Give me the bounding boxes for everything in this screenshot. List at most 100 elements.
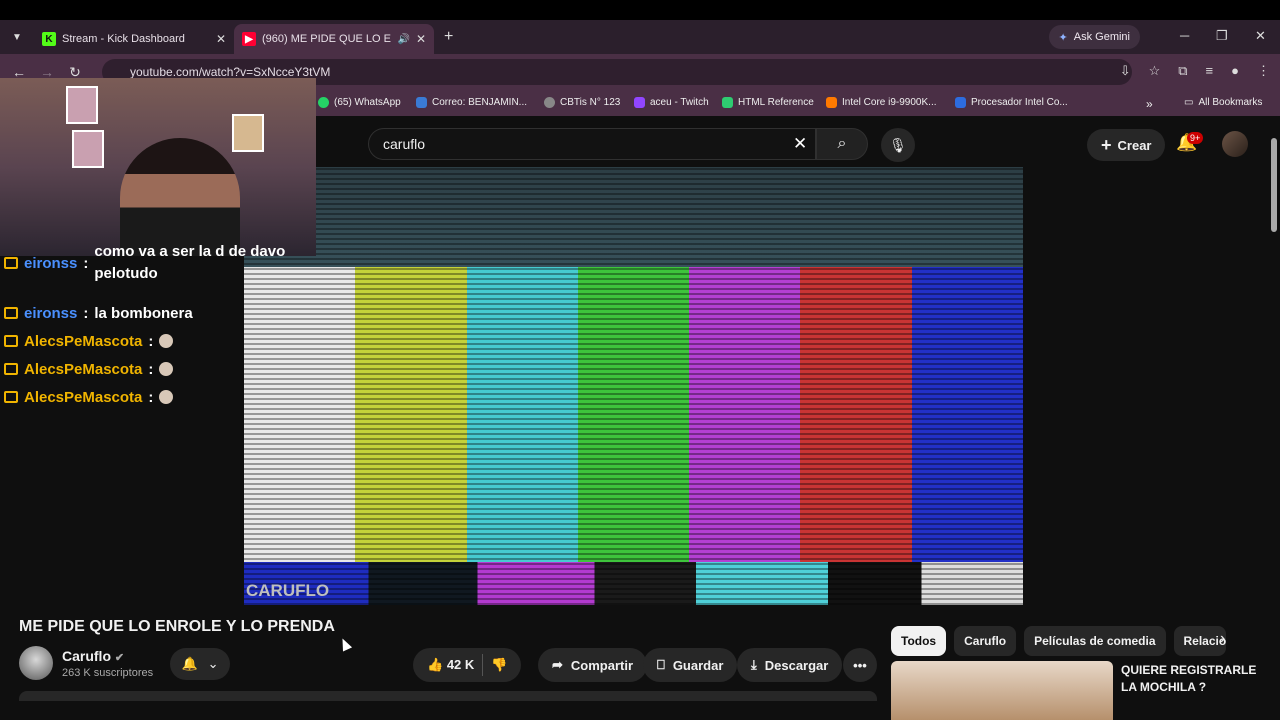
menu-icon[interactable]: ⋮ xyxy=(1257,63,1270,79)
chat-message: AlecsPeMascota : xyxy=(4,383,304,411)
gemini-icon: ✦ xyxy=(1058,31,1068,44)
all-bookmarks-label: All Bookmarks xyxy=(1198,97,1263,108)
bookmark-intel-core[interactable]: Intel Core i9-9900K... xyxy=(826,97,937,108)
minimize-icon[interactable]: ─ xyxy=(1180,28,1189,43)
search-button[interactable]: ⌕ xyxy=(816,128,868,160)
emote-icon xyxy=(159,362,174,376)
search-input[interactable]: caruflo xyxy=(368,128,816,160)
media-controls-icon[interactable]: ≡ xyxy=(1206,63,1214,79)
create-button[interactable]: + Crear xyxy=(1087,129,1166,161)
tab-title: (960) ME PIDE QUE LO ENROLE xyxy=(262,33,391,45)
chat-message: AlecsPeMascota : xyxy=(4,327,304,355)
chevron-right-icon[interactable]: › xyxy=(1220,630,1225,648)
emote-icon xyxy=(159,390,174,404)
bookmark-procesador-intel[interactable]: Procesador Intel Co... xyxy=(955,97,1068,108)
bookmark-label: HTML Reference xyxy=(738,97,814,108)
toolbar-icons: ⇩ ☆ ⧉ ≡ ● ⋮ xyxy=(1120,63,1270,79)
new-tab-icon[interactable]: + xyxy=(444,28,453,46)
search-icon: ⌕ xyxy=(837,135,847,152)
recommended-video-title[interactable]: QUIERE REGISTRARLE LA MOCHILA ? xyxy=(1121,662,1261,696)
subscription-bell-button[interactable]: 🔔 ⌄ xyxy=(170,648,230,680)
folder-icon: ▭ xyxy=(1184,97,1194,108)
ask-gemini-button[interactable]: ✦ Ask Gemini xyxy=(1048,25,1140,49)
profile-icon[interactable]: ● xyxy=(1231,63,1239,79)
bookmark-star-icon[interactable]: ☆ xyxy=(1149,63,1161,79)
stream-chat-overlay: eironss : como va a ser la d de davo pel… xyxy=(4,243,304,411)
share-icon: ➦ xyxy=(552,657,563,672)
bookmark-label: (65) WhatsApp xyxy=(334,97,401,108)
close-tab-icon[interactable]: ✕ xyxy=(216,32,226,46)
bookmark-cbtis[interactable]: CBTis N° 123 xyxy=(544,97,620,108)
restore-icon[interactable]: ❐ xyxy=(1216,28,1228,44)
download-label: Descargar xyxy=(764,657,829,673)
dislike-button[interactable]: 👎 xyxy=(491,657,507,673)
bookmark-label: aceu - Twitch xyxy=(650,97,709,108)
emote-icon xyxy=(159,334,174,348)
like-button[interactable]: 👍 42 K xyxy=(427,657,474,673)
tab-youtube-video[interactable]: ▶ (960) ME PIDE QUE LO ENROLE 🔊 ✕ xyxy=(234,24,434,54)
recommended-video-thumbnail[interactable] xyxy=(891,661,1113,720)
chip-todos[interactable]: Todos xyxy=(891,626,947,656)
clear-search-icon[interactable]: ✕ xyxy=(793,134,807,154)
plus-icon: + xyxy=(1101,134,1112,155)
store-icon xyxy=(955,97,966,108)
channel-subscribers: 263 K suscriptores xyxy=(62,667,154,679)
create-label: Crear xyxy=(1117,137,1152,153)
bookmark-correo[interactable]: Correo: BENJAMIN... xyxy=(416,97,527,108)
bookmark-whatsapp[interactable]: (65) WhatsApp xyxy=(318,97,401,108)
chat-message: eironss : como va a ser la d de davo pel… xyxy=(4,243,304,282)
share-button[interactable]: ➦ Compartir xyxy=(538,648,648,682)
speaker-icon[interactable]: 🔊 xyxy=(397,34,409,45)
more-actions-button[interactable]: ••• xyxy=(843,648,877,682)
bookmark-html-reference[interactable]: HTML Reference xyxy=(722,97,814,108)
tab-kick-dashboard[interactable]: K Stream - Kick Dashboard ✕ xyxy=(34,24,234,54)
url-text: youtube.com/watch?v=SxNcceY3tVM xyxy=(130,65,331,79)
all-bookmarks-button[interactable]: ▭ All Bookmarks xyxy=(1184,97,1262,108)
kick-icon: K xyxy=(42,32,56,46)
download-button[interactable]: ⤓ Descargar xyxy=(737,648,843,682)
sub-badge-icon xyxy=(4,391,18,403)
twitch-icon xyxy=(634,97,645,108)
sub-badge-icon xyxy=(4,257,18,269)
install-app-icon[interactable]: ⇩ xyxy=(1120,63,1131,79)
voice-search-button[interactable]: 🎙 xyxy=(881,128,915,162)
download-icon: ⤓ xyxy=(751,657,757,672)
video-scanlines xyxy=(244,167,1023,605)
like-dislike-group: 👍 42 K 👎 xyxy=(413,648,522,682)
chat-message: AlecsPeMascota : xyxy=(4,355,304,383)
sub-badge-icon xyxy=(4,307,18,319)
amazon-icon xyxy=(826,97,837,108)
save-button[interactable]: ⎕ Guardar xyxy=(643,648,738,682)
like-count: 42 K xyxy=(446,657,475,672)
extensions-icon[interactable]: ⧉ xyxy=(1178,63,1187,79)
video-player[interactable]: CARUFLO xyxy=(244,167,1023,605)
w3-icon xyxy=(722,97,733,108)
thumbs-down-icon: 👎 xyxy=(491,657,508,672)
tab-search-dropdown-icon[interactable]: ▼ xyxy=(6,26,28,48)
chip-peliculas-de-comedia[interactable]: Películas de comedia xyxy=(1024,626,1166,656)
chat-text: como va a ser la d de davo pelotudo xyxy=(94,243,286,282)
save-label: Guardar xyxy=(672,657,724,673)
video-title: ME PIDE QUE LO ENROLE Y LO PRENDA xyxy=(19,618,335,635)
bookmark-label: Correo: BENJAMIN... xyxy=(432,97,528,108)
tab-title: Stream - Kick Dashboard xyxy=(62,33,185,45)
verified-icon: ✔ xyxy=(114,652,125,664)
scrollbar-thumb[interactable] xyxy=(1271,138,1277,232)
account-avatar[interactable] xyxy=(1222,131,1248,157)
close-tab-icon[interactable]: ✕ xyxy=(416,32,426,46)
wall-poster xyxy=(66,86,98,124)
ask-gemini-label: Ask Gemini xyxy=(1073,31,1130,43)
chat-username: eironss xyxy=(24,254,78,272)
more-bookmarks-icon[interactable]: » xyxy=(1146,97,1153,111)
bookmark-label: Intel Core i9-9900K... xyxy=(842,97,937,108)
bookmark-twitch[interactable]: aceu - Twitch xyxy=(634,97,709,108)
chip-relacionados[interactable]: Relacio xyxy=(1173,626,1227,656)
chip-caruflo[interactable]: Caruflo xyxy=(954,626,1017,656)
channel-avatar[interactable] xyxy=(19,646,53,680)
chevron-down-icon: ⌄ xyxy=(207,656,219,671)
bookmark-label: CBTis N° 123 xyxy=(560,97,621,108)
channel-name[interactable]: Caruflo ✔ xyxy=(62,648,124,664)
video-watermark: CARUFLO xyxy=(246,581,330,600)
description-box[interactable] xyxy=(19,691,877,701)
close-window-icon[interactable]: ✕ xyxy=(1255,28,1266,44)
